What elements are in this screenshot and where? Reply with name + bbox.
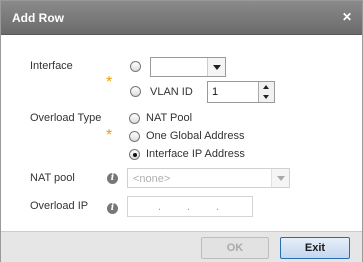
ok-button[interactable]: OK bbox=[201, 237, 269, 259]
nat-pool-select[interactable]: <none> bbox=[127, 168, 290, 188]
ip-separator: . bbox=[187, 201, 191, 213]
info-icon[interactable]: i bbox=[107, 173, 118, 184]
chevron-down-icon[interactable] bbox=[207, 58, 225, 76]
ip-separator: . bbox=[216, 201, 220, 213]
required-asterisk-icon: * bbox=[106, 74, 113, 91]
interface-select[interactable] bbox=[150, 57, 226, 77]
nat-pool-label: NAT pool bbox=[30, 172, 75, 184]
ip-separator: . bbox=[158, 201, 162, 213]
vlan-id-stepper[interactable]: 1 bbox=[207, 81, 275, 103]
overload-option-interface-ip-address[interactable]: Interface IP Address bbox=[146, 148, 245, 160]
vlan-id-value[interactable]: 1 bbox=[212, 86, 218, 98]
overload-type-label: Overload Type bbox=[30, 112, 102, 124]
interface-radio[interactable] bbox=[130, 61, 141, 72]
dialog-titlebar: Add Row ✕ bbox=[1, 1, 362, 35]
vlan-label: VLAN ID bbox=[150, 86, 193, 98]
dialog-footer: OK Exit bbox=[1, 231, 362, 262]
overload-radio-one-global-address[interactable] bbox=[129, 131, 140, 142]
overload-option-nat-pool[interactable]: NAT Pool bbox=[146, 112, 192, 124]
chevron-down-icon[interactable] bbox=[271, 169, 289, 187]
overload-radio-nat-pool[interactable] bbox=[129, 113, 140, 124]
interface-label: Interface bbox=[30, 60, 73, 72]
required-asterisk-icon: * bbox=[106, 127, 113, 144]
stepper-down-icon[interactable] bbox=[259, 92, 274, 102]
exit-button[interactable]: Exit bbox=[280, 237, 350, 259]
nat-pool-value: <none> bbox=[133, 173, 171, 185]
overload-ip-input[interactable]: . . . bbox=[127, 196, 253, 217]
overload-option-one-global-address[interactable]: One Global Address bbox=[146, 130, 244, 142]
add-row-dialog: Add Row ✕ Interface * VLAN ID 1 Overload… bbox=[0, 0, 363, 262]
close-icon[interactable]: ✕ bbox=[342, 10, 352, 24]
info-icon[interactable]: i bbox=[107, 203, 118, 214]
vlan-radio[interactable] bbox=[130, 86, 141, 97]
stepper-buttons bbox=[258, 82, 274, 102]
overload-radio-interface-ip-address[interactable] bbox=[129, 149, 140, 160]
overload-ip-label: Overload IP bbox=[30, 200, 89, 212]
dialog-title: Add Row bbox=[12, 11, 64, 25]
